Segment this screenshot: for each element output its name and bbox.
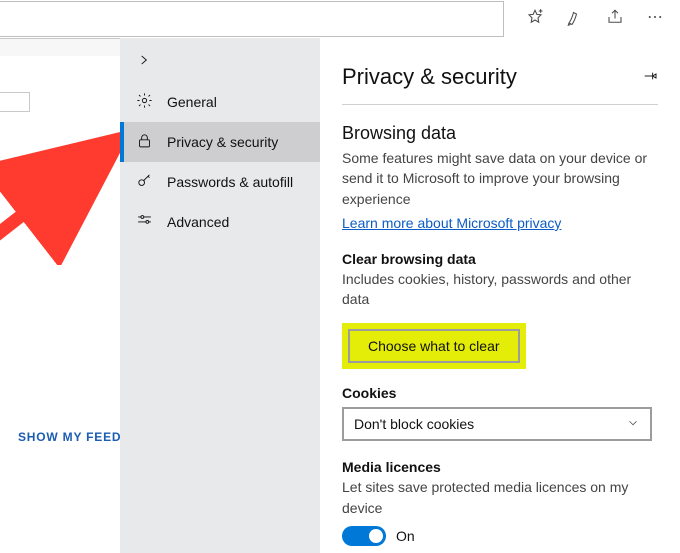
- toggle-label: On: [396, 528, 415, 544]
- lock-icon: [136, 132, 153, 152]
- choose-what-to-clear-button[interactable]: Choose what to clear: [348, 329, 520, 363]
- clear-browsing-description: Includes cookies, history, passwords and…: [342, 269, 658, 310]
- more-icon[interactable]: [646, 8, 664, 31]
- nav-label: Privacy & security: [167, 134, 278, 150]
- notes-icon[interactable]: [566, 8, 584, 31]
- favorites-icon[interactable]: [526, 8, 544, 31]
- back-button[interactable]: [120, 38, 168, 82]
- nav-item-advanced[interactable]: Advanced: [120, 202, 320, 242]
- page-fragment: [0, 92, 30, 112]
- titlebar: [0, 0, 680, 38]
- cookies-heading: Cookies: [342, 385, 658, 401]
- page-title: Privacy & security: [342, 64, 517, 90]
- media-toggle[interactable]: [342, 526, 386, 546]
- nav-item-privacy[interactable]: Privacy & security: [120, 122, 320, 162]
- highlight-annotation: Choose what to clear: [342, 323, 526, 369]
- pin-icon[interactable]: [642, 68, 658, 87]
- cookies-select[interactable]: Don't block cookies: [342, 407, 652, 441]
- learn-more-link[interactable]: Learn more about Microsoft privacy: [342, 215, 561, 231]
- cookies-value: Don't block cookies: [354, 416, 474, 432]
- browsing-data-description: Some features might save data on your de…: [342, 148, 658, 209]
- browsing-data-heading: Browsing data: [342, 123, 658, 144]
- address-bar[interactable]: [0, 1, 504, 37]
- settings-nav: General Privacy & security Passwords & a…: [120, 38, 320, 553]
- nav-item-general[interactable]: General: [120, 82, 320, 122]
- media-description: Let sites save protected media licences …: [342, 477, 658, 518]
- annotation-arrow: [0, 125, 140, 265]
- gear-icon: [136, 92, 153, 112]
- nav-label: General: [167, 94, 217, 110]
- key-icon: [136, 172, 153, 192]
- divider: [342, 104, 658, 105]
- nav-label: Passwords & autofill: [167, 174, 293, 190]
- clear-browsing-heading: Clear browsing data: [342, 251, 658, 267]
- nav-label: Advanced: [167, 214, 229, 230]
- show-my-feed-link[interactable]: SHOW MY FEED: [18, 430, 121, 444]
- nav-item-passwords[interactable]: Passwords & autofill: [120, 162, 320, 202]
- chevron-down-icon: [626, 416, 640, 433]
- sliders-icon: [136, 212, 153, 232]
- media-heading: Media licences: [342, 459, 658, 475]
- titlebar-actions: [504, 8, 680, 31]
- settings-main: Privacy & security Browsing data Some fe…: [320, 38, 680, 553]
- toolbar-strip: [0, 38, 120, 56]
- share-icon[interactable]: [606, 8, 624, 31]
